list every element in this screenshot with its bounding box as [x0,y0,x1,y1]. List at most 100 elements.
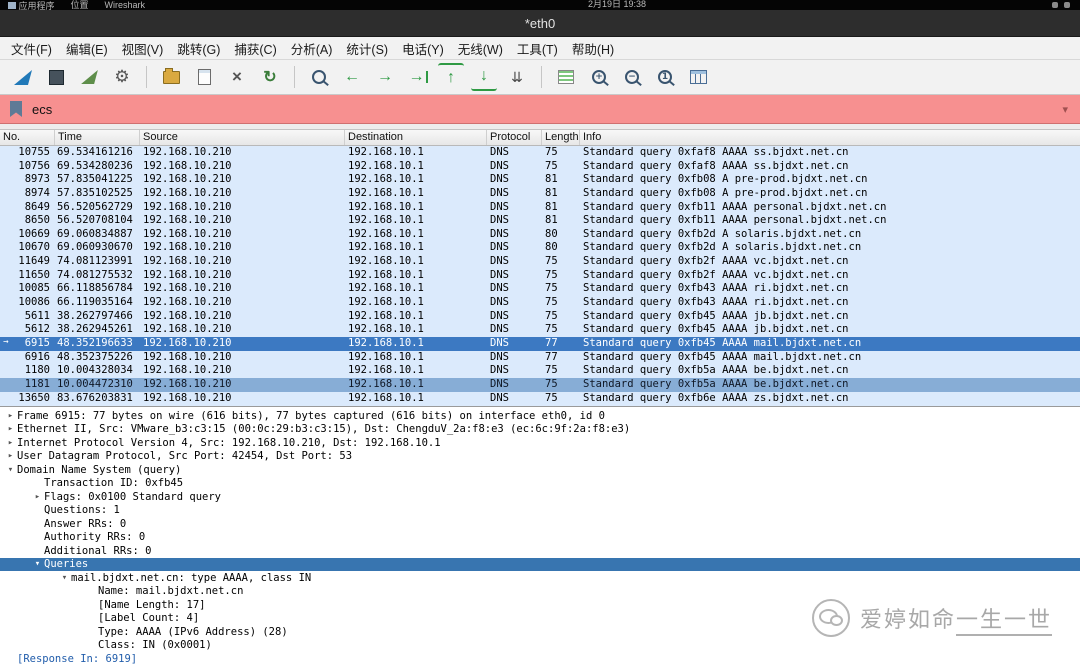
menu-item[interactable]: 文件(F) [4,37,59,60]
column-header-destination[interactable]: Destination [345,130,487,145]
packet-row[interactable]: 8974 57.835102525 192.168.10.210 192.168… [0,186,1080,201]
expander-icon[interactable]: ▸ [4,438,17,448]
column-header-time[interactable]: Time [55,130,140,145]
go-next-icon[interactable]: → [372,64,398,90]
packet-time: 56.520708104 [57,214,133,227]
expander-icon[interactable]: ▾ [4,465,17,475]
restart-capture-icon[interactable] [76,64,102,90]
packet-time: 56.520562729 [57,200,133,213]
system-tray[interactable] [1052,0,1070,8]
detail-line[interactable]: Authority RRs: 0 [0,531,1080,545]
stop-capture-icon[interactable] [43,64,69,90]
watermark: 爱婷如命一生一世 [811,599,1052,637]
packet-destination: 192.168.10.1 [348,200,424,213]
packet-row[interactable]: 1181 10.004472310 192.168.10.210 192.168… [0,377,1080,392]
detail-line[interactable]: Answer RRs: 0 [0,517,1080,531]
auto-scroll-icon[interactable] [504,64,530,90]
packet-row[interactable]: 1180 10.004328034 192.168.10.210 192.168… [0,364,1080,378]
filter-bookmark-icon[interactable] [10,101,22,117]
packet-list-pane: No. Time Source Destination Protocol Len… [0,130,1080,406]
column-header-source[interactable]: Source [140,130,345,145]
wireshark-taskbar-item[interactable]: Wireshark [105,0,146,10]
expander-icon[interactable]: ▸ [4,424,17,434]
packet-length: 75 [545,377,558,390]
packet-row[interactable]: 10670 69.060930670 192.168.10.210 192.16… [0,241,1080,256]
expander-icon[interactable]: ▾ [58,573,71,583]
detail-line[interactable]: ▸ Flags: 0x0100 Standard query [0,490,1080,504]
packet-row[interactable]: 10085 66.118856784 192.168.10.210 192.16… [0,282,1080,297]
detail-line[interactable]: ▸ Internet Protocol Version 4, Src: 192.… [0,436,1080,450]
close-file-icon[interactable] [224,64,250,90]
places-menu[interactable]: 位置 [71,0,89,10]
packet-info: Standard query 0xfb45 AAAA jb.bjdxt.net.… [583,323,849,336]
system-clock[interactable]: 2月19日 19:38 [588,0,646,10]
find-packet-icon[interactable] [306,64,332,90]
packet-row[interactable]: 8973 57.835041225 192.168.10.210 192.168… [0,173,1080,187]
packet-destination: 192.168.10.1 [348,282,424,295]
packet-row[interactable]: 10755 69.534161216 192.168.10.210 192.16… [0,146,1080,160]
detail-line[interactable]: Questions: 1 [0,504,1080,518]
zoom-in-icon[interactable] [586,64,612,90]
packet-info: Standard query 0xfb11 AAAA personal.bjdx… [583,214,887,227]
packet-destination: 192.168.10.1 [348,364,424,377]
colorize-icon[interactable] [553,64,579,90]
detail-line[interactable]: ▾ Queries [0,557,1080,571]
menu-item[interactable]: 工具(T) [510,37,565,60]
capture-options-icon[interactable] [109,64,135,90]
menu-item[interactable]: 分析(A) [284,37,340,60]
packet-row[interactable]: 10756 69.534280236 192.168.10.210 192.16… [0,159,1080,174]
display-filter-input[interactable] [30,100,1063,118]
filter-dropdown-icon[interactable]: ▾ [1062,103,1068,116]
packet-row[interactable]: 5611 38.262797466 192.168.10.210 192.168… [0,309,1080,324]
column-header-protocol[interactable]: Protocol [487,130,542,145]
detail-line[interactable]: Transaction ID: 0xfb45 [0,477,1080,491]
resize-columns-icon[interactable] [685,64,711,90]
detail-line[interactable]: Name: mail.bjdxt.net.cn [0,585,1080,599]
menu-item[interactable]: 统计(S) [339,37,395,60]
packet-row[interactable]: 5612 38.262945261 192.168.10.210 192.168… [0,323,1080,337]
packet-row[interactable]: 10669 69.060834887 192.168.10.210 192.16… [0,227,1080,242]
column-header-no[interactable]: No. [0,130,55,145]
packet-row[interactable]: 13650 83.676203831 192.168.10.210 192.16… [0,391,1080,406]
menu-item[interactable]: 编辑(E) [59,37,115,60]
start-capture-icon[interactable] [10,64,36,90]
detail-line[interactable]: ▸ Ethernet II, Src: VMware_b3:c3:15 (00:… [0,423,1080,437]
expander-icon[interactable]: ▸ [31,492,44,502]
open-file-icon[interactable] [158,64,184,90]
applications-menu[interactable]: 应用程序 [8,0,55,10]
detail-line[interactable]: ▾ mail.bjdxt.net.cn: type AAAA, class IN [0,571,1080,585]
go-last-packet-icon[interactable]: ↓ [471,63,497,91]
expander-icon[interactable]: ▸ [4,411,17,421]
expander-icon[interactable]: ▸ [4,451,17,461]
detail-line[interactable]: ▸ Frame 6915: 77 bytes on wire (616 bits… [0,409,1080,423]
menu-item[interactable]: 帮助(H) [565,37,621,60]
menu-item[interactable]: 无线(W) [451,37,510,60]
menu-item[interactable]: 捕获(C) [227,37,283,60]
packet-row[interactable]: 10086 66.119035164 192.168.10.210 192.16… [0,296,1080,310]
go-first-packet-icon[interactable]: ↑ [438,63,464,91]
go-previous-icon[interactable]: ← [339,64,365,90]
packet-row[interactable]: 11650 74.081275532 192.168.10.210 192.16… [0,268,1080,283]
go-to-packet-icon[interactable]: → [405,64,431,90]
packet-row[interactable]: → 6915 48.352196633 192.168.10.210 192.1… [0,336,1080,351]
related-packet-icon [0,255,12,269]
menu-item[interactable]: 跳转(G) [170,37,227,60]
zoom-out-icon[interactable] [619,64,645,90]
column-header-length[interactable]: Length [542,130,580,145]
packet-length: 77 [545,336,558,349]
reload-icon[interactable] [257,64,283,90]
detail-line[interactable]: ▸ User Datagram Protocol, Src Port: 4245… [0,450,1080,464]
menu-item[interactable]: 电话(Y) [395,37,451,60]
expander-icon[interactable]: ▾ [31,559,44,569]
detail-line[interactable]: Additional RRs: 0 [0,544,1080,558]
packet-row[interactable]: 6916 48.352375226 192.168.10.210 192.168… [0,350,1080,365]
packet-row[interactable]: 8650 56.520708104 192.168.10.210 192.168… [0,214,1080,228]
save-file-icon[interactable] [191,64,217,90]
detail-line[interactable]: Class: IN (0x0001) [0,639,1080,653]
column-header-info[interactable]: Info [580,130,1080,145]
menu-item[interactable]: 视图(V) [115,37,171,60]
packet-row[interactable]: 8649 56.520562729 192.168.10.210 192.168… [0,200,1080,215]
packet-row[interactable]: 11649 74.081123991 192.168.10.210 192.16… [0,255,1080,269]
detail-line[interactable]: ▾ Domain Name System (query) [0,463,1080,477]
zoom-original-icon[interactable] [652,64,678,90]
